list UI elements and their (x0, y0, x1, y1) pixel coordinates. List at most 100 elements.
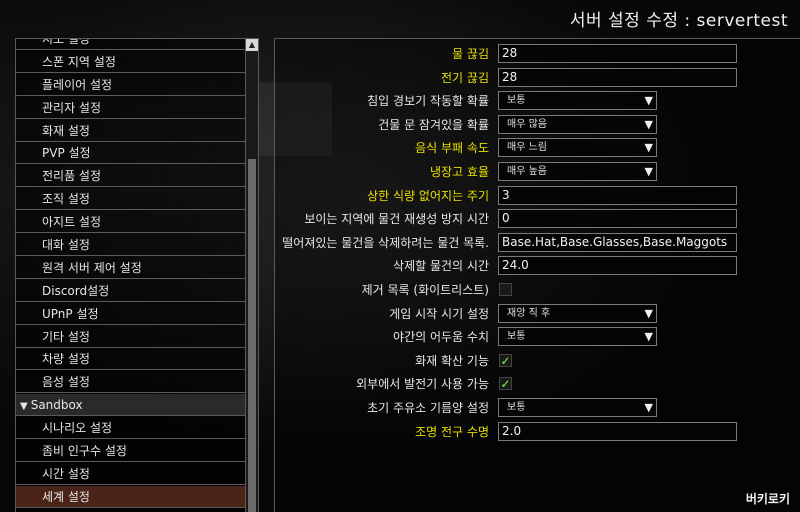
setting-row: 건물 문 잠겨있을 확률 매우 많음 ▼ (275, 114, 800, 136)
sidebar-item[interactable]: 스폰 지역 설정 (16, 51, 245, 73)
setting-label: 화재 확산 기능 (415, 353, 489, 368)
sidebar-group-header[interactable]: ▼ Sandbox (16, 394, 245, 417)
setting-row: 보이는 지역에 물건 재생성 방지 시간 0 (275, 208, 800, 230)
sidebar-item-label: 아지트 설정 (42, 215, 102, 230)
setting-row: 초기 주유소 기름양 설정 보통 ▼ (275, 397, 800, 419)
setting-row: 삭제할 물건의 시간 24.0 (275, 255, 800, 277)
setting-dropdown[interactable]: 보통 ▼ (498, 91, 657, 111)
sidebar-item[interactable]: Discord설정 (16, 280, 245, 302)
sidebar-item[interactable]: 플레이어 설정 (16, 74, 245, 96)
sidebar-item-label: PVP 설정 (42, 146, 91, 161)
dropdown-value: 보통 (507, 95, 526, 107)
scrollbar-thumb[interactable] (248, 159, 256, 512)
setting-label: 외부에서 발전기 사용 가능 (356, 377, 489, 392)
setting-dropdown[interactable]: 매우 많음 ▼ (498, 114, 657, 134)
triangle-down-icon: ▼ (644, 165, 653, 178)
sidebar-item-label: 플레이어 설정 (42, 77, 113, 92)
setting-dropdown[interactable]: 보통 ▼ (498, 327, 657, 347)
sidebar-item[interactable]: 차량 설정 (16, 348, 245, 371)
sidebar-item-label: 차량 설정 (42, 352, 90, 367)
window-title: 서버 설정 수정 : servertest (569, 11, 788, 31)
setting-dropdown[interactable]: 매우 느림 ▼ (498, 138, 657, 158)
setting-label: 침입 경보기 작동할 확률 (367, 94, 489, 109)
setting-label: 상한 식량 없어지는 주기 (367, 188, 489, 203)
sidebar-item-label: 시나리오 설정 (42, 421, 113, 436)
setting-label: 제거 목록 (화이트리스트) (361, 283, 489, 297)
setting-checkbox[interactable]: ✓ (499, 377, 512, 392)
setting-label: 보이는 지역에 물건 재생성 방지 시간 (304, 212, 489, 227)
dropdown-value: 매우 높음 (507, 166, 547, 177)
dropdown-value: 매우 많음 (507, 118, 547, 130)
setting-row: 떨어져있는 물건을 삭제하려는 물건 목록. Base.Hat,Base.Glas… (275, 232, 800, 254)
dropdown-value: 매우 느림 (507, 142, 547, 154)
sidebar-item[interactable]: UPnP 설정 (16, 303, 245, 325)
sidebar-item[interactable]: 아지트 설정 (16, 211, 245, 234)
sidebar-item[interactable]: 세계 설정 (16, 485, 245, 508)
sidebar-item-label: Discord설정 (42, 283, 110, 298)
setting-row: 제거 목록 (화이트리스트) (275, 279, 800, 301)
sidebar-item[interactable]: 시나리오 설정 (16, 417, 245, 440)
triangle-down-icon: ▼ (644, 117, 653, 131)
sidebar-item[interactable]: 전리품 설정 (16, 165, 245, 188)
sidebar-item[interactable]: 화재 설정 (16, 120, 245, 142)
sidebar-item-label: 화재 설정 (42, 123, 90, 138)
setting-text-input[interactable]: 2.0 (498, 421, 737, 441)
setting-text-input[interactable]: Base.Hat,Base.Glasses,Base.Maggots (498, 232, 737, 252)
sidebar-item-label: 전리품 설정 (42, 169, 102, 184)
setting-label: 음식 부패 속도 (415, 141, 489, 156)
sidebar-item-label: 기타 설정 (42, 329, 90, 344)
sidebar-item[interactable]: PVP 설정 (16, 142, 245, 165)
sidebar-item[interactable]: 시간 설정 (16, 463, 245, 485)
setting-label: 냉장고 효율 (429, 165, 489, 179)
sidebar-item-label: 좀비 인구수 설정 (42, 444, 127, 459)
setting-label: 전기 끊김 (441, 70, 489, 85)
setting-row: 화재 확산 기능 ✓ (275, 350, 800, 372)
triangle-down-icon: ▼ (644, 141, 653, 155)
sidebar-scrollbar[interactable]: ▲ (245, 39, 258, 512)
setting-row: 야간의 어두움 수치 보통 ▼ (275, 326, 800, 348)
sidebar-item-label: 스폰 지역 설정 (42, 54, 116, 69)
setting-label: 게임 시작 시기 설정 (389, 306, 489, 321)
dropdown-value: 재앙 직 후 (507, 307, 551, 319)
sidebar-item[interactable]: 지도 설정 (16, 39, 245, 50)
sidebar-item-label: 원격 서버 제어 설정 (42, 260, 142, 275)
setting-row: 물 끊김 28 (275, 43, 800, 65)
setting-label: 삭제할 물건의 시간 (393, 259, 489, 274)
setting-row: 침입 경보기 작동할 확률 보통 ▼ (275, 90, 800, 112)
triangle-down-icon: ▼ (644, 94, 653, 108)
setting-row: 조명 전구 수명 2.0 (275, 421, 800, 443)
setting-label: 물 끊김 (452, 47, 489, 61)
setting-label: 조명 전구 수명 (415, 424, 489, 439)
sidebar-item-label: Sandbox (30, 398, 83, 413)
setting-row: 게임 시작 시기 설정 재앙 직 후 ▼ (275, 303, 800, 325)
sidebar-item[interactable]: 관리자 설정 (16, 97, 245, 119)
logo-text: 버키로키 (745, 492, 790, 506)
setting-label: 초기 주유소 기름양 설정 (367, 401, 489, 415)
triangle-down-icon: ▼ (644, 401, 653, 414)
expand-triangle-icon: ▼ (20, 401, 28, 413)
sidebar-item-label: 대화 설정 (42, 238, 90, 253)
checkmark-icon: ✓ (500, 353, 511, 368)
sidebar-item[interactable]: 대화 설정 (16, 234, 245, 257)
setting-checkbox[interactable] (499, 283, 512, 296)
sidebar-item[interactable]: 음성 설정 (16, 371, 245, 394)
sidebar-item[interactable]: 좀비 인구수 설정 (16, 440, 245, 463)
category-list: 지도 설정스폰 지역 설정플레이어 설정관리자 설정화재 설정 PVP 설정전리품… (16, 39, 245, 512)
setting-row: 음식 부패 속도 매우 느림 ▼ (275, 137, 800, 159)
setting-dropdown[interactable]: 매우 높음 ▼ (498, 162, 657, 181)
scroll-up-icon[interactable]: ▲ (246, 39, 258, 51)
setting-dropdown[interactable]: 보통 ▼ (498, 398, 657, 417)
setting-text-input[interactable]: 0 (498, 209, 737, 229)
checkmark-icon: ✓ (500, 377, 511, 392)
sidebar-item[interactable]: 원격 서버 제어 설정 (16, 257, 245, 279)
sidebar-item[interactable]: 기타 설정 (16, 326, 245, 348)
setting-text-input[interactable]: 28 (498, 67, 737, 87)
setting-checkbox[interactable]: ✓ (499, 353, 512, 368)
setting-dropdown[interactable]: 재앙 직 후 ▼ (498, 303, 657, 323)
triangle-down-icon: ▼ (644, 330, 653, 344)
setting-text-input[interactable]: 24.0 (498, 256, 737, 276)
setting-text-input[interactable]: 28 (498, 44, 737, 63)
sidebar-item[interactable]: 조직 설정 (16, 188, 245, 211)
sidebar-item-label: 시간 설정 (42, 466, 90, 481)
setting-text-input[interactable]: 3 (498, 185, 737, 205)
